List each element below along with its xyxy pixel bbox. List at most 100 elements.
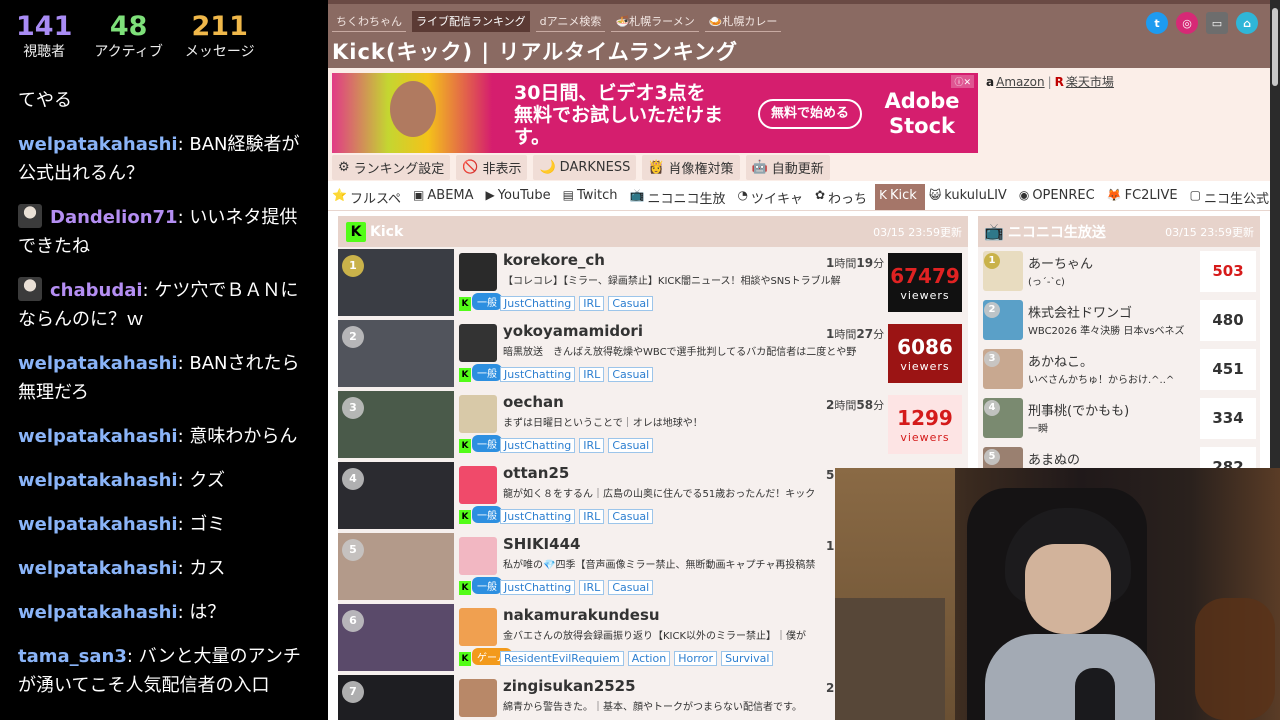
chat-message: welpatakahashi: BANされたら無理だろ (18, 349, 312, 407)
stream-tag[interactable]: IRL (579, 367, 605, 382)
advertisement-banner[interactable]: 30日間、ビデオ3点を無料でお試しいただけます。 無料で始める Adobe St… (332, 73, 978, 153)
tab-kukululiv[interactable]: 😺 kukuluLIV (925, 184, 1015, 210)
streamer-avatar[interactable] (459, 253, 497, 291)
moon-icon: 🌙 (539, 160, 556, 175)
tab-ニコニコ生放[interactable]: 📺 ニコニコ生放 (626, 184, 734, 210)
nico-streamer-name[interactable]: あーちゃん (1028, 253, 1093, 272)
stream-thumbnail[interactable]: 7 (338, 675, 454, 720)
duration-hours-label: 時間 (834, 399, 857, 412)
streamer-name[interactable]: yokoyamamidori (503, 322, 643, 340)
rakuten-link[interactable]: 楽天市場 (1066, 75, 1114, 89)
ad-person-image (390, 81, 436, 137)
tab-kick[interactable]: K Kick (875, 184, 925, 210)
toolbar-button[interactable]: 🌙 DARKNESS (533, 155, 637, 180)
stream-tag[interactable]: JustChatting (500, 580, 576, 595)
streamer-avatar[interactable] (459, 679, 497, 717)
stream-thumbnail[interactable]: 6 (338, 604, 454, 671)
top-link[interactable]: dアニメ検索 (535, 11, 606, 32)
viewer-label: viewers (900, 360, 950, 373)
stream-thumbnail[interactable]: 5 (338, 533, 454, 600)
tab-youtube[interactable]: ▶ YouTube (482, 184, 559, 210)
top-link[interactable]: 🍛札幌カレー (704, 11, 782, 32)
home-icon[interactable]: ⌂ (1236, 12, 1258, 34)
nico-streamer-name[interactable]: あかねこ。 (1028, 351, 1093, 370)
tab-abema[interactable]: ▣ ABEMA (409, 184, 481, 210)
stream-tag[interactable]: Action (627, 651, 671, 666)
amazon-link[interactable]: Amazon (996, 75, 1045, 89)
top-link[interactable]: ライブ配信ランキング (412, 11, 530, 32)
stream-tag[interactable]: Casual (608, 367, 654, 382)
tab-openrec[interactable]: ◉ OPENREC (1015, 184, 1103, 210)
nico-ranking-list: 1 あーちゃん (っ´-`c) 503 2 株式会社ドワンゴ WBC2026 準々決勝 日本… (978, 247, 1260, 492)
stream-thumbnail[interactable]: 4 (338, 462, 454, 529)
tab-フルスペ[interactable]: ⭐ フルスペ (328, 184, 409, 210)
stream-tags: ResidentEvilRequiem Action Horror Survival (500, 651, 774, 666)
stream-tag[interactable]: ResidentEvilRequiem (500, 651, 624, 666)
message-count-label: メッセージ (184, 44, 255, 60)
streamer-name[interactable]: zingisukan2525 (503, 677, 636, 695)
stream-tag[interactable]: JustChatting (500, 296, 576, 311)
nico-streamer-name[interactable]: あまぬの (1028, 449, 1080, 468)
nico-ranking-row[interactable]: 1 あーちゃん (っ´-`c) 503 (978, 247, 1260, 296)
ad-info-icon[interactable]: ⓘ✕ (951, 75, 974, 88)
tab-fc2live[interactable]: 🦊 FC2LIVE (1103, 184, 1186, 210)
platform-icon: K (879, 188, 887, 202)
streamer-name[interactable]: ottan25 (503, 464, 569, 482)
stream-title: 私が唯の💎四季【音声画像ミラー禁止、無断動画キャプチャ再投稿禁 (503, 560, 816, 571)
chat-message: welpatakahashi: は？ (18, 598, 312, 627)
stream-thumbnail[interactable]: 1 (338, 249, 454, 316)
ad-cta-button[interactable]: 無料で始める (758, 99, 862, 129)
streamer-name[interactable]: oechan (503, 393, 564, 411)
streamer-avatar[interactable] (459, 395, 497, 433)
stream-tag[interactable]: Casual (608, 438, 654, 453)
shop-links: a Amazon | R 楽天市場 (986, 73, 1114, 90)
rank-badge: 4 (342, 468, 364, 490)
toolbar-button[interactable]: 🤖 自動更新 (745, 155, 830, 180)
streamer-name[interactable]: korekore_ch (503, 251, 605, 269)
stream-tag[interactable]: JustChatting (500, 509, 576, 524)
toolbar-button[interactable]: 👸 肖像権対策 (642, 155, 740, 180)
stream-tag[interactable]: Casual (608, 509, 654, 524)
instagram-icon[interactable]: ◎ (1176, 12, 1198, 34)
stream-tag[interactable]: IRL (579, 296, 605, 311)
streamer-avatar[interactable] (459, 466, 497, 504)
stream-tag[interactable]: IRL (579, 580, 605, 595)
tab-label: わっち (828, 192, 868, 207)
toolbar-button[interactable]: 🚫 非表示 (456, 155, 528, 180)
nico-streamer-name[interactable]: 株式会社ドワンゴ (1028, 302, 1132, 321)
stream-tag[interactable]: Horror (674, 651, 718, 666)
streamer-name[interactable]: nakamurakundesu (503, 606, 660, 624)
stream-tag[interactable]: IRL (579, 509, 605, 524)
stream-tag[interactable]: JustChatting (500, 438, 576, 453)
tab-ニコ生公式[interactable]: ▢ ニコ生公式 (1186, 184, 1270, 210)
ranking-row[interactable]: 2 yokoyamamidori 暗黒放送 きんばえ放得乾燥やWBCで選手批判してる… (338, 318, 968, 389)
tab-label: Kick (889, 188, 917, 203)
tab-twitch[interactable]: ▤ Twitch (559, 184, 626, 210)
nico-ranking-row[interactable]: 2 株式会社ドワンゴ WBC2026 準々決勝 日本vsベネズ 480 (978, 296, 1260, 345)
scrollbar-thumb[interactable] (1272, 8, 1278, 86)
tab-わっち[interactable]: ✿ わっち (811, 184, 875, 210)
stream-thumbnail[interactable]: 3 (338, 391, 454, 458)
streamer-name[interactable]: SHIKI444 (503, 535, 580, 553)
stream-tag[interactable]: Survival (721, 651, 774, 666)
ranking-row[interactable]: 3 oechan まずは日曜日ということで｜オレは地球や！ 2時間58分 K 一般 Just… (338, 389, 968, 460)
top-link[interactable]: ちくわちゃん (332, 11, 406, 32)
streamer-avatar[interactable] (459, 324, 497, 362)
stream-tag[interactable]: JustChatting (500, 367, 576, 382)
nico-ranking-row[interactable]: 4 刑事桃(でかもも) 一瞬 334 (978, 394, 1260, 443)
viewer-number: 6086 (897, 335, 953, 359)
stream-tag[interactable]: Casual (608, 580, 654, 595)
stream-tag[interactable]: IRL (579, 438, 605, 453)
toolbar-button[interactable]: ⚙ ランキング設定 (332, 155, 451, 180)
stream-tag[interactable]: Casual (608, 296, 654, 311)
streamer-avatar[interactable] (459, 608, 497, 646)
streamer-avatar[interactable] (459, 537, 497, 575)
twitter-icon[interactable]: t (1146, 12, 1168, 34)
nico-streamer-name[interactable]: 刑事桃(でかもも) (1028, 400, 1129, 419)
top-link[interactable]: 🍜札幌ラーメン (611, 11, 699, 32)
ranking-row[interactable]: 1 korekore_ch 【コレコレ】【ミラー、録画禁止】KICK闇ニュース！相談… (338, 247, 968, 318)
stream-thumbnail[interactable]: 2 (338, 320, 454, 387)
tab-ツイキャ[interactable]: ◔ ツイキャ (733, 184, 811, 210)
nico-ranking-row[interactable]: 3 あかねこ。 いべさんかちゅ！からおけ.^..^ 451 (978, 345, 1260, 394)
tv-icon[interactable]: ▭ (1206, 12, 1228, 34)
